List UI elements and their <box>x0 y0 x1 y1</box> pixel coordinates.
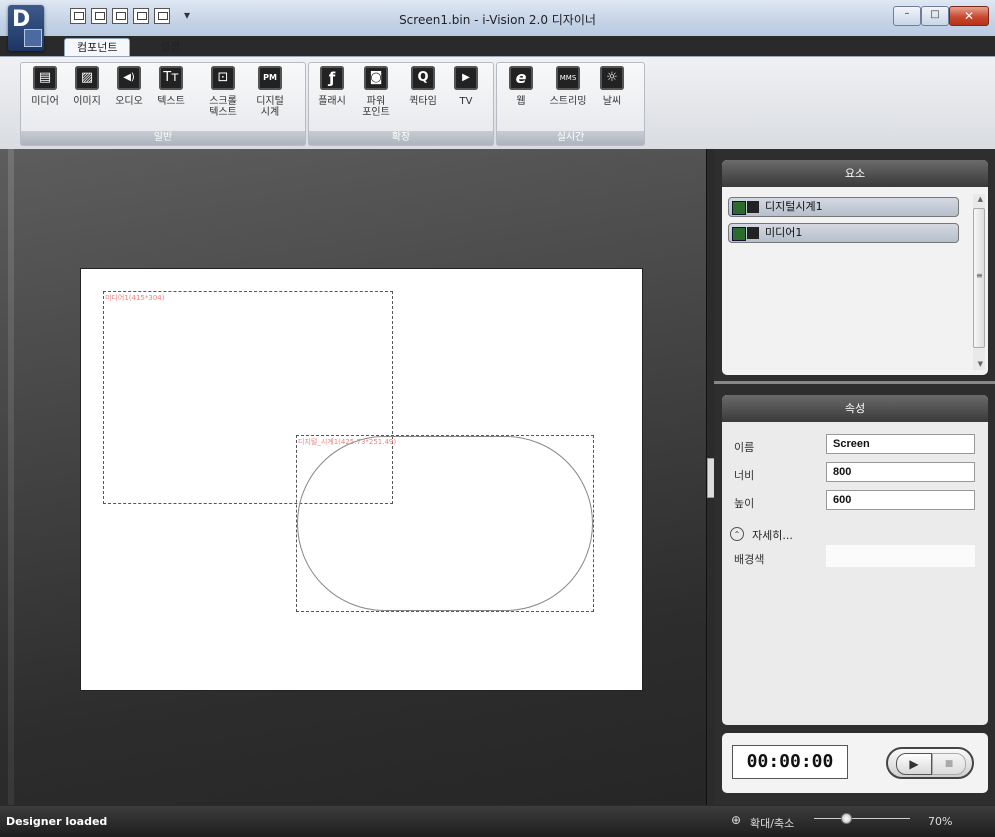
ribbon-button-label: 텍스트 <box>157 96 185 107</box>
zoom-label: 확대/축소 <box>750 817 795 830</box>
ribbon-button-label: 스크롤 텍스트 <box>209 96 237 118</box>
ribbon-button-text[interactable]: Tт 텍스트 <box>151 66 191 128</box>
group-label-general: 일반 <box>21 131 305 145</box>
height-label: 높이 <box>734 497 755 510</box>
properties-panel: 속성 이름 Screen 너비 800 높이 600 ⌃ 자세히... 배경색 <box>722 395 988 725</box>
elements-panel: 요소 디지털시계1 미디어1 ▲ ≡ ▼ <box>722 160 988 375</box>
element-item-digital-clock[interactable]: 디지털시계1 <box>728 197 959 217</box>
tab-settings[interactable]: 설정 <box>148 38 192 56</box>
ribbon-button-web[interactable]: e 웹 <box>501 66 541 128</box>
background-color-field[interactable] <box>826 545 975 567</box>
properties-panel-title: 속성 <box>722 395 988 422</box>
playback-panel: 00:00:00 ▶ ■ <box>722 733 988 793</box>
elements-panel-title: 요소 <box>722 160 988 187</box>
speaker-icon: ◀) <box>117 66 141 90</box>
streaming-icon: MMS <box>556 66 580 90</box>
app-logo-emblem <box>24 29 42 47</box>
close-button[interactable]: ✕ <box>949 6 989 26</box>
ribbon-button-label: 날씨 <box>602 96 622 107</box>
ribbon-button-label: 웹 <box>516 96 526 107</box>
weather-icon: ☼ <box>600 66 624 90</box>
image-icon: ▨ <box>75 66 99 90</box>
elements-scrollbar-thumb[interactable]: ≡ <box>973 208 985 348</box>
element-item-media[interactable]: 미디어1 <box>728 223 959 243</box>
ribbon-button-flash[interactable]: ƒ 플래시 <box>312 66 352 128</box>
ribbon-button-media[interactable]: ▤ 미디어 <box>25 66 65 128</box>
digital-clock-icon <box>747 201 759 213</box>
zoom-value: 70% <box>928 815 953 828</box>
group-label-extension: 확장 <box>309 131 493 145</box>
name-field[interactable]: Screen <box>826 434 975 454</box>
ribbon-button-image[interactable]: ▨ 이미지 <box>67 66 107 128</box>
background-color-label: 배경색 <box>734 553 765 566</box>
ribbon-button-tv[interactable]: ▶ TV <box>446 66 486 128</box>
digital-clock-element-label: 디지털_시계1(425.73*251.49) <box>298 438 397 446</box>
scrollbar-grip-icon: ≡ <box>976 271 983 280</box>
scroll-down-icon[interactable]: ▼ <box>978 360 983 368</box>
powerpoint-icon: ◙ <box>364 66 388 90</box>
group-label-realtime: 실시간 <box>497 131 644 145</box>
play-button[interactable]: ▶ <box>896 753 932 775</box>
width-label: 너비 <box>734 469 755 482</box>
ribbon-button-audio[interactable]: ◀) 오디오 <box>109 66 149 128</box>
tab-components[interactable]: 컴포넌트 <box>64 38 131 57</box>
visibility-icon[interactable] <box>732 201 746 215</box>
width-field[interactable]: 800 <box>826 462 975 482</box>
ribbon-button-scroll-text[interactable]: ⊡ 스크롤 텍스트 <box>203 66 243 128</box>
ribbon-button-powerpoint[interactable]: ◙ 파워 포인트 <box>356 66 396 128</box>
app-logo[interactable]: D <box>8 5 44 51</box>
film-icon: ▤ <box>33 66 57 90</box>
quicktime-icon: Q <box>411 66 435 90</box>
ribbon-button-weather[interactable]: ☼ 날씨 <box>592 66 632 128</box>
minimize-button[interactable]: – <box>893 6 921 26</box>
time-display: 00:00:00 <box>732 745 848 779</box>
text-icon: Tт <box>159 66 183 90</box>
ribbon-button-label: 파워 포인트 <box>362 96 390 118</box>
ribbon-button-label: 디지털 시계 <box>256 96 284 118</box>
element-item-label: 디지털시계1 <box>765 200 823 213</box>
maximize-button[interactable]: □ <box>921 6 949 26</box>
expand-details-icon[interactable]: ⌃ <box>730 527 744 541</box>
ribbon-button-label: TV <box>459 96 473 107</box>
flash-icon: ƒ <box>320 66 344 90</box>
details-toggle[interactable]: 자세히... <box>752 527 793 543</box>
zoom-icon: ⊕ <box>731 813 742 827</box>
element-item-label: 미디어1 <box>765 226 803 239</box>
digital-clock-element-box[interactable]: 디지털_시계1(425.73*251.49) <box>296 435 594 612</box>
panel-divider[interactable] <box>714 381 995 384</box>
media-element-label: 미디어1(415*304) <box>105 294 165 302</box>
scroll-text-icon: ⊡ <box>211 66 235 90</box>
digital-clock-icon: PM <box>258 66 282 90</box>
ribbon-button-digital-clock[interactable]: PM 디지털 시계 <box>250 66 290 128</box>
tv-icon: ▶ <box>454 66 478 90</box>
window-title: Screen1.bin - i-Vision 2.0 디자이너 <box>399 13 596 27</box>
name-label: 이름 <box>734 441 755 454</box>
zoom-slider-thumb[interactable] <box>841 813 852 824</box>
status-text: Designer loaded <box>6 815 108 828</box>
stop-button[interactable]: ■ <box>932 753 966 775</box>
ribbon-button-streaming[interactable]: MMS 스트리밍 <box>548 66 588 128</box>
film-icon <box>747 227 759 239</box>
ribbon-button-quicktime[interactable]: Q 퀵타임 <box>403 66 443 128</box>
ie-icon: e <box>509 66 533 90</box>
zoom-slider-track[interactable] <box>814 818 910 819</box>
player-controls: ▶ ■ <box>886 747 974 779</box>
scroll-up-icon[interactable]: ▲ <box>978 195 983 203</box>
visibility-icon[interactable] <box>732 227 746 241</box>
height-field[interactable]: 600 <box>826 490 975 510</box>
